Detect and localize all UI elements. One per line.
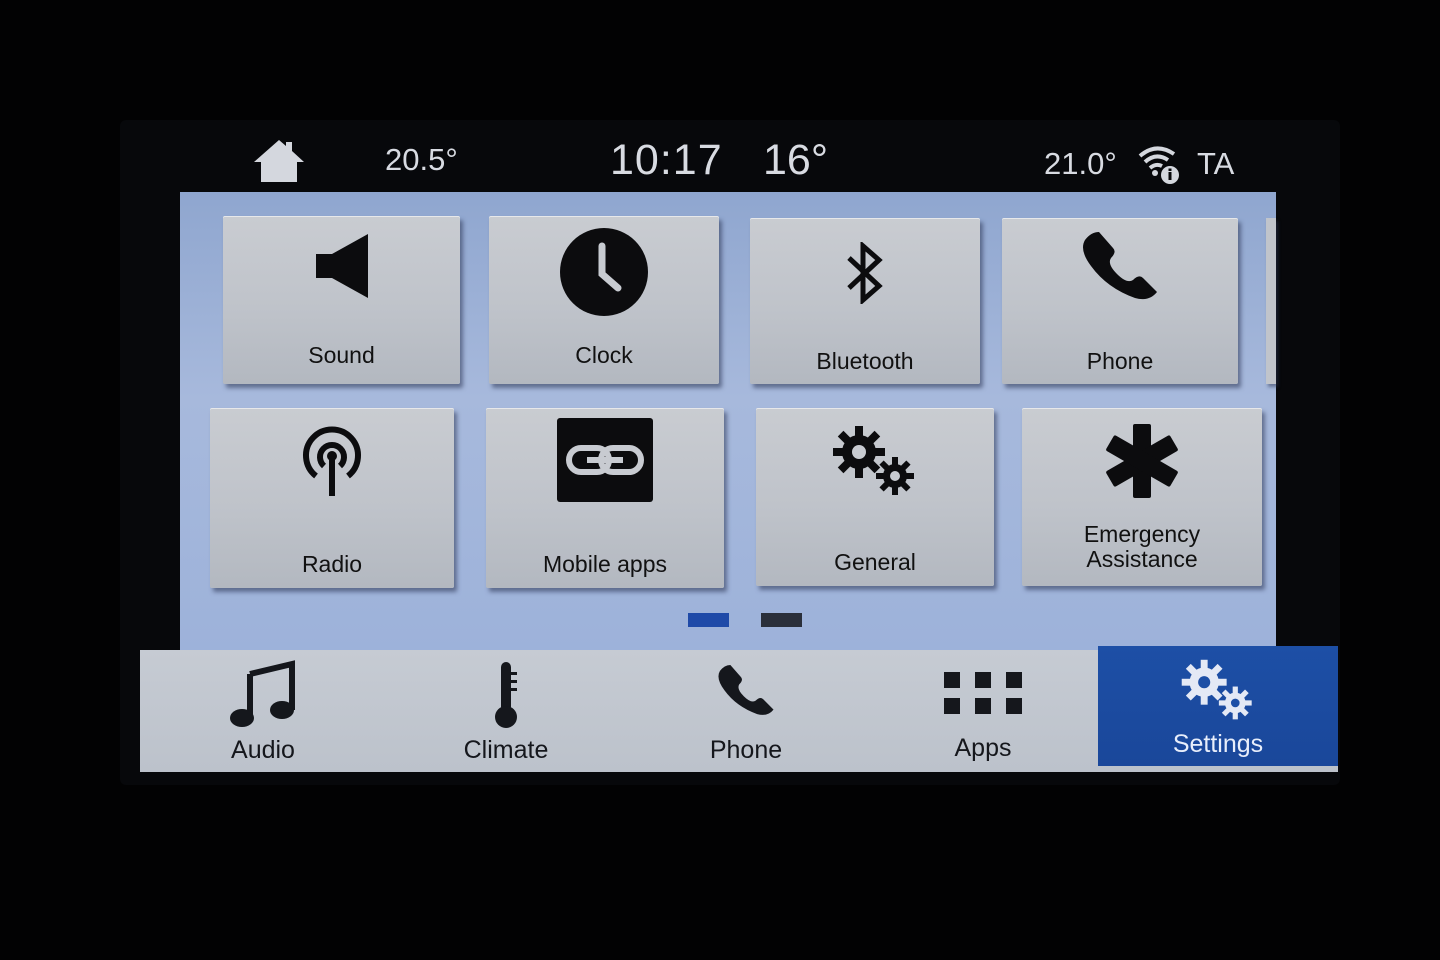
radio-icon — [294, 422, 370, 505]
tile-label: Clock — [575, 342, 633, 368]
nav-label: Phone — [709, 736, 783, 764]
nav-label: Settings — [1172, 730, 1264, 758]
tile-label: Sound — [308, 342, 375, 368]
nav-settings[interactable]: Settings — [1098, 646, 1338, 766]
thermometer-icon — [491, 660, 521, 735]
tile-emergency-assistance[interactable]: Emergency Assistance — [1022, 408, 1262, 586]
tile-label: General — [834, 549, 916, 575]
bottom-navigation: Audio Climate Phone Apps Settings — [140, 646, 1338, 772]
tile-sound[interactable]: Sound — [223, 216, 460, 384]
asterisk-icon — [1101, 422, 1183, 505]
tile-label: Radio — [301, 551, 363, 577]
gears-icon — [831, 424, 919, 503]
nav-label: Climate — [463, 736, 549, 764]
home-icon[interactable] — [252, 138, 306, 186]
nav-audio[interactable]: Audio — [140, 650, 386, 772]
clock-time: 10:17 — [610, 136, 723, 184]
nav-climate[interactable]: Climate — [386, 650, 626, 772]
driver-temperature[interactable]: 20.5° — [385, 142, 458, 178]
wifi-info-icon — [1136, 142, 1182, 186]
outside-temperature: 16° — [763, 136, 829, 184]
traffic-announcement: TA — [1197, 146, 1235, 181]
nav-apps[interactable]: Apps — [866, 650, 1100, 772]
tile-general[interactable]: General — [756, 408, 994, 586]
page-dot-active[interactable] — [688, 613, 729, 627]
nav-phone[interactable]: Phone — [626, 650, 866, 772]
nav-label: Apps — [954, 734, 1012, 762]
tile-clock[interactable]: Clock — [489, 216, 719, 384]
tile-label-line-2: Assistance — [1086, 546, 1198, 572]
speaker-icon — [310, 230, 374, 307]
nav-label: Audio — [231, 736, 295, 764]
passenger-temperature[interactable]: 21.0° — [1044, 146, 1117, 182]
tile-label: Mobile apps — [542, 551, 668, 577]
phone-icon — [1077, 230, 1163, 309]
tile-label: Bluetooth — [816, 348, 914, 374]
status-bar: 20.5° 10:17 16° 21.0° TA — [180, 130, 1280, 192]
link-icon — [557, 418, 653, 507]
bluetooth-icon — [843, 240, 887, 309]
tile-mobile-apps[interactable]: Mobile apps — [486, 408, 724, 588]
grid-icon — [944, 672, 1022, 721]
gears-icon — [1180, 658, 1256, 727]
tile-label: Phone — [1086, 348, 1154, 374]
tile-radio[interactable]: Radio — [210, 408, 454, 588]
tile-label-line-1: Emergency — [1083, 521, 1201, 547]
music-note-icon — [228, 660, 298, 735]
phone-icon — [714, 660, 778, 727]
next-page-tile-edge — [1266, 218, 1276, 384]
tile-phone[interactable]: Phone — [1002, 218, 1238, 384]
page-dot-inactive[interactable] — [761, 613, 802, 627]
tile-bluetooth[interactable]: Bluetooth — [750, 218, 980, 384]
clock-icon — [558, 226, 650, 323]
settings-screen: Sound Clock Bluetooth Phone Radio Mobile… — [180, 192, 1276, 650]
